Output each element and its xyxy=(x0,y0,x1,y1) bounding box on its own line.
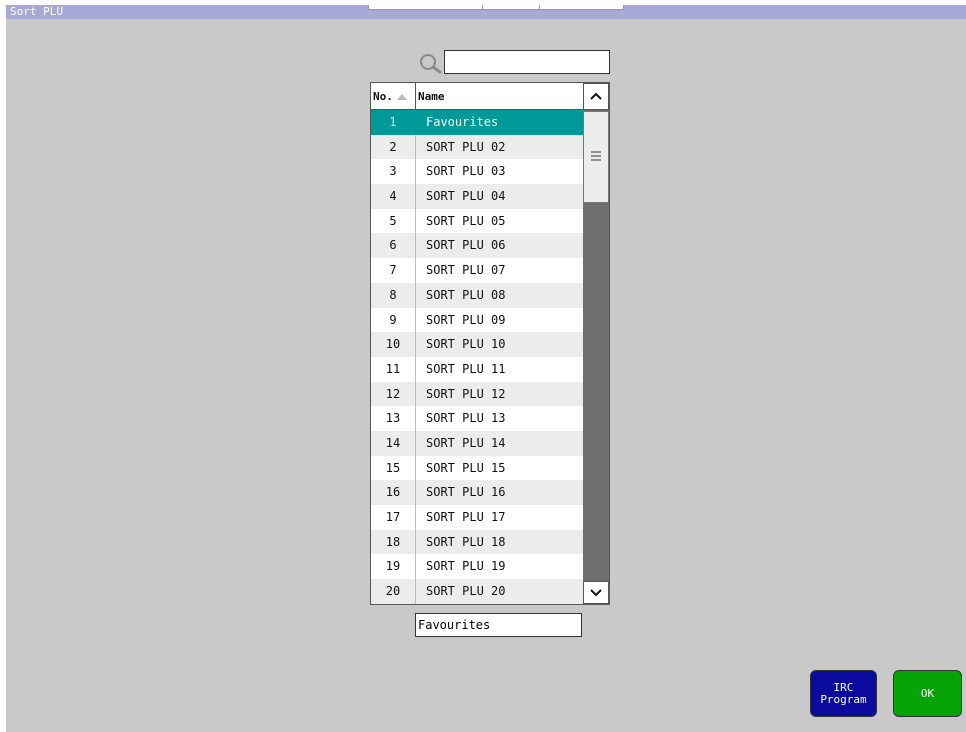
row-name: SORT PLU 19 xyxy=(426,559,506,574)
table-row[interactable]: 7 SORT PLU 07 xyxy=(371,258,583,283)
row-number: 10 xyxy=(371,332,416,357)
scrollbar[interactable] xyxy=(583,83,609,604)
row-name: SORT PLU 08 xyxy=(426,287,506,302)
scroll-down-button[interactable] xyxy=(583,581,609,604)
row-number: 2 xyxy=(371,134,416,160)
row-name: SORT PLU 09 xyxy=(426,312,506,327)
column-header-name[interactable]: Name xyxy=(418,83,445,110)
column-header-no[interactable]: No. xyxy=(373,83,416,110)
row-name: SORT PLU 16 xyxy=(426,485,506,500)
row-name: SORT PLU 02 xyxy=(426,139,506,154)
row-number: 8 xyxy=(371,282,416,308)
sort-plu-window: Sort PLU No. Name 1 Favourites 2 SORT PLU 0… xyxy=(6,5,966,732)
row-number: 13 xyxy=(371,406,416,431)
sort-ascending-icon xyxy=(396,94,407,100)
row-number: 17 xyxy=(371,505,416,530)
row-number: 9 xyxy=(371,307,416,333)
table-row[interactable]: 17 SORT PLU 17 xyxy=(371,505,583,530)
table-row[interactable]: 10 SORT PLU 10 xyxy=(371,332,583,357)
sort-plu-list: No. Name 1 Favourites 2 SORT PLU 02 3 SORT PL… xyxy=(370,82,610,605)
row-number: 3 xyxy=(371,159,416,185)
row-number: 7 xyxy=(371,258,416,283)
table-row[interactable]: 18 SORT PLU 18 xyxy=(371,529,583,555)
search-icon[interactable] xyxy=(418,52,444,78)
table-row[interactable]: 15 SORT PLU 15 xyxy=(371,455,583,481)
tab-divider xyxy=(539,5,540,9)
table-row[interactable]: 11 SORT PLU 11 xyxy=(371,356,583,382)
search-input[interactable] xyxy=(444,50,610,74)
table-row[interactable]: 4 SORT PLU 04 xyxy=(371,184,583,209)
row-name: SORT PLU 06 xyxy=(426,238,506,253)
row-name: Favourites xyxy=(426,115,499,129)
column-header-no-label: No. xyxy=(373,90,393,103)
row-number: 5 xyxy=(371,208,416,234)
row-number: 18 xyxy=(371,529,416,555)
row-number: 1 xyxy=(371,110,416,135)
row-number: 4 xyxy=(371,184,416,209)
grip-lines-icon xyxy=(591,151,601,161)
list-rows: 1 Favourites 2 SORT PLU 02 3 SORT PLU 03 4 SORT… xyxy=(371,110,583,604)
row-name: SORT PLU 15 xyxy=(426,460,506,475)
row-number: 16 xyxy=(371,480,416,505)
table-row[interactable]: 20 SORT PLU 20 xyxy=(371,579,583,604)
row-name: SORT PLU 13 xyxy=(426,411,506,426)
row-name: SORT PLU 17 xyxy=(426,510,506,524)
row-name: SORT PLU 11 xyxy=(426,361,506,376)
table-row[interactable]: 5 SORT PLU 05 xyxy=(371,208,583,234)
irc-program-button[interactable]: IRC Program xyxy=(810,670,877,717)
table-row[interactable]: 9 SORT PLU 09 xyxy=(371,307,583,333)
row-number: 11 xyxy=(371,356,416,382)
table-row[interactable]: 16 SORT PLU 16 xyxy=(371,480,583,505)
row-number: 14 xyxy=(371,430,416,456)
row-number: 19 xyxy=(371,554,416,580)
row-name: SORT PLU 05 xyxy=(426,213,506,228)
row-name: SORT PLU 04 xyxy=(426,189,506,204)
table-row[interactable]: 8 SORT PLU 08 xyxy=(371,282,583,308)
table-row[interactable]: 1 Favourites xyxy=(371,110,583,135)
table-row[interactable]: 2 SORT PLU 02 xyxy=(371,134,583,160)
row-number: 20 xyxy=(371,579,416,604)
chevron-up-icon xyxy=(590,92,602,100)
row-number: 6 xyxy=(371,233,416,259)
chevron-down-icon xyxy=(590,589,602,597)
row-name: SORT PLU 20 xyxy=(426,584,506,599)
table-row[interactable]: 6 SORT PLU 06 xyxy=(371,233,583,259)
tab-divider xyxy=(482,5,483,9)
ok-button[interactable]: OK xyxy=(893,670,962,717)
selected-name-field[interactable]: Favourites xyxy=(415,613,582,637)
list-header: No. Name xyxy=(371,83,583,110)
table-row[interactable]: 13 SORT PLU 13 xyxy=(371,406,583,431)
top-tab-stub xyxy=(368,5,624,10)
row-name: SORT PLU 14 xyxy=(426,435,506,450)
row-number: 12 xyxy=(371,381,416,407)
row-name: SORT PLU 03 xyxy=(426,164,506,179)
row-name: SORT PLU 10 xyxy=(426,337,506,352)
table-row[interactable]: 3 SORT PLU 03 xyxy=(371,159,583,185)
row-name: SORT PLU 18 xyxy=(426,534,506,549)
row-name: SORT PLU 07 xyxy=(426,263,506,278)
table-row[interactable]: 12 SORT PLU 12 xyxy=(371,381,583,407)
scroll-up-button[interactable] xyxy=(583,83,609,110)
table-row[interactable]: 19 SORT PLU 19 xyxy=(371,554,583,580)
row-number: 15 xyxy=(371,455,416,481)
row-name: SORT PLU 12 xyxy=(426,386,506,401)
scroll-thumb[interactable] xyxy=(583,111,609,203)
table-row[interactable]: 14 SORT PLU 14 xyxy=(371,430,583,456)
